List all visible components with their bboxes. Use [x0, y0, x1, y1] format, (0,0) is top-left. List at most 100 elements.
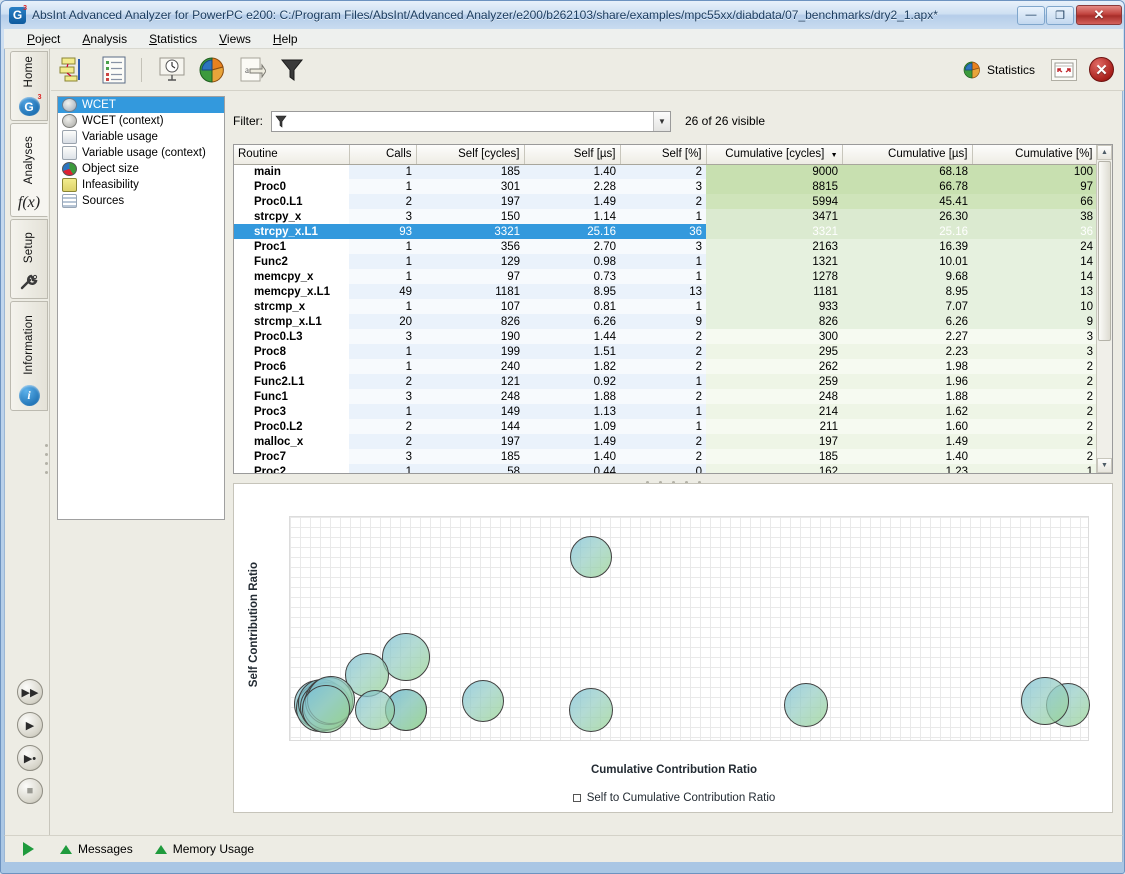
- table-row[interactable]: Func1 3 248 1.88 2 248 1.88 2: [234, 389, 1097, 404]
- col-self-pct[interactable]: Self [%]: [620, 145, 707, 165]
- tree-item-sources[interactable]: Sources: [58, 193, 224, 209]
- scroll-down-button[interactable]: ▼: [1097, 458, 1112, 473]
- table-row[interactable]: Proc8 1 199 1.51 2 295 2.23 3: [234, 344, 1097, 359]
- table-row[interactable]: strcpy_x.L1 93 3321 25.16 36 3321 25.16 36: [234, 224, 1097, 239]
- cell-cum-cycles: 300: [706, 329, 842, 344]
- tree-item-wcet-context[interactable]: WCET (context): [58, 113, 224, 129]
- table-row[interactable]: memcpy_x.L1 49 1181 8.95 13 1181 8.95 13: [234, 284, 1097, 299]
- routines-table-container[interactable]: Routine Calls Self [cycles] Self [µs] Se…: [233, 144, 1113, 474]
- cell-cum-cycles: 295: [706, 344, 842, 359]
- filter-toolbar-button[interactable]: [275, 53, 309, 87]
- cell-routine: strcpy_x: [254, 210, 302, 223]
- scrollbar-thumb[interactable]: [1098, 161, 1111, 341]
- tree-item-wcet[interactable]: WCET: [58, 97, 224, 113]
- table-row[interactable]: strcmp_x 1 107 0.81 1 933 7.07 10: [234, 299, 1097, 314]
- col-calls[interactable]: Calls: [349, 145, 417, 165]
- funnel-icon: [280, 59, 304, 81]
- report-button[interactable]: [97, 53, 131, 87]
- table-body: main 1 185 1.40 2 9000 68.18 100 Proc0 1 301 2.28 3 8…: [234, 164, 1097, 473]
- chart-legend[interactable]: Self to Cumulative Contribution Ratio: [234, 792, 1114, 804]
- cell-cum-us: 1.62: [842, 404, 972, 419]
- memory-usage-status[interactable]: Memory Usage: [154, 842, 254, 856]
- menu-help[interactable]: Help: [262, 30, 309, 48]
- call-graph-button[interactable]: [57, 53, 91, 87]
- table-row[interactable]: Proc0.L3 3 190 1.44 2 300 2.27 3: [234, 329, 1097, 344]
- menu-views[interactable]: Views: [208, 30, 262, 48]
- table-row[interactable]: memcpy_x 1 97 0.73 1 1278 9.68 14: [234, 269, 1097, 284]
- close-view-button[interactable]: ✕: [1089, 57, 1114, 82]
- cell-self-pct: 1: [620, 299, 706, 314]
- chart-bubble[interactable]: [301, 684, 350, 733]
- chart-bubble[interactable]: [355, 689, 395, 730]
- table-row[interactable]: Func2 1 129 0.98 1 1321 10.01 14: [234, 254, 1097, 269]
- cell-cum-us: 1.23: [842, 464, 972, 473]
- menu-statistics[interactable]: Statistics: [138, 30, 208, 48]
- table-row[interactable]: Func2.L1 2 121 0.92 1 259 1.96 2: [234, 374, 1097, 389]
- table-row[interactable]: Proc3 1 149 1.13 1 214 1.62 2: [234, 404, 1097, 419]
- visible-count-label: 26 of 26 visible: [685, 114, 766, 128]
- col-cum-us[interactable]: Cumulative [µs]: [842, 145, 973, 165]
- filter-dropdown-button[interactable]: ▼: [653, 111, 670, 131]
- close-window-button[interactable]: ✕: [1076, 5, 1122, 25]
- col-self-cycles[interactable]: Self [cycles]: [416, 145, 525, 165]
- table-row[interactable]: Proc0.L2 2 144 1.09 1 211 1.60 2: [234, 419, 1097, 434]
- table-row[interactable]: Proc6 1 240 1.82 2 262 1.98 2: [234, 359, 1097, 374]
- filter-input[interactable]: [288, 112, 653, 130]
- scroll-up-button[interactable]: ▲: [1097, 145, 1112, 160]
- cell-calls: 3: [349, 329, 416, 344]
- chart-bubble[interactable]: [1020, 676, 1069, 725]
- col-cum-pct[interactable]: Cumulative [%]: [972, 145, 1098, 165]
- table-row[interactable]: malloc_x 2 197 1.49 2 197 1.49 2: [234, 434, 1097, 449]
- tree-item-variable-usage-context[interactable]: Variable usage (context): [58, 145, 224, 161]
- menu-project[interactable]: Poject: [16, 30, 71, 48]
- maximize-button[interactable]: ❐: [1046, 5, 1074, 25]
- timing-button[interactable]: [155, 53, 189, 87]
- cell-routine: Func2: [254, 255, 288, 268]
- run-all-glyph: ▶▶: [21, 686, 39, 699]
- chart-bubble[interactable]: [784, 683, 829, 728]
- table-row[interactable]: strcmp_x.L1 20 826 6.26 9 826 6.26 9: [234, 314, 1097, 329]
- cell-calls: 1: [349, 359, 416, 374]
- step-button[interactable]: ▶•: [17, 745, 43, 771]
- filter-combobox[interactable]: ▼: [271, 110, 671, 132]
- col-cum-cycles[interactable]: Cumulative [cycles] ▼: [706, 145, 843, 165]
- menu-analysis[interactable]: Analysis: [71, 30, 138, 48]
- vtab-home[interactable]: G 3 Home: [10, 51, 48, 121]
- cell-cum-pct: 2: [972, 404, 1097, 419]
- title-bar: G 3 AbsInt Advanced Analyzer for PowerPC…: [1, 1, 1124, 29]
- chart-bubble[interactable]: [568, 687, 613, 732]
- col-self-us[interactable]: Self [µs]: [524, 145, 621, 165]
- chart-bubble[interactable]: [461, 679, 504, 722]
- cell-calls: 2: [349, 194, 416, 209]
- statistics-chart-button[interactable]: [195, 53, 229, 87]
- cell-self-us: 1.40: [524, 164, 620, 179]
- run-button[interactable]: ▶: [17, 712, 43, 738]
- vtab-analyses[interactable]: f(x) Analyses: [10, 123, 48, 217]
- vtab-setup[interactable]: Setup: [10, 219, 48, 299]
- vertical-splitter-handle[interactable]: [43, 434, 50, 484]
- messages-status[interactable]: Messages: [60, 842, 133, 856]
- table-row[interactable]: main 1 185 1.40 2 9000 68.18 100: [234, 164, 1097, 179]
- cell-cum-cycles: 3321: [706, 224, 842, 239]
- status-run-icon[interactable]: [23, 842, 34, 856]
- tree-item-variable-usage[interactable]: Variable usage: [58, 129, 224, 145]
- table-row[interactable]: Proc1 1 356 2.70 3 2163 16.39 24: [234, 239, 1097, 254]
- table-row[interactable]: Proc0.L1 2 197 1.49 2 5994 45.41 66: [234, 194, 1097, 209]
- vtab-information[interactable]: i Information: [10, 301, 48, 411]
- tree-item-infeasibility[interactable]: Infeasibility: [58, 177, 224, 193]
- chart-bubble[interactable]: [569, 535, 612, 578]
- table-row[interactable]: strcpy_x 3 150 1.14 1 3471 26.30 38: [234, 209, 1097, 224]
- table-row[interactable]: Proc7 3 185 1.40 2 185 1.40 2: [234, 449, 1097, 464]
- table-row[interactable]: Proc0 1 301 2.28 3 8815 66.78 97: [234, 179, 1097, 194]
- tree-item-object-size[interactable]: Object size: [58, 161, 224, 177]
- cell-calls: 1: [349, 164, 416, 179]
- restore-view-button[interactable]: [1051, 58, 1077, 81]
- export-button[interactable]: a: [235, 53, 269, 87]
- col-routine[interactable]: Routine: [234, 145, 350, 165]
- analyses-tree[interactable]: WCET WCET (context) Variable usage Varia…: [57, 96, 225, 520]
- table-row[interactable]: Proc2 1 58 0.44 0 162 1.23 1: [234, 464, 1097, 473]
- run-all-button[interactable]: ▶▶: [17, 679, 43, 705]
- minimize-button[interactable]: —: [1017, 5, 1045, 25]
- chart-plot-area[interactable]: [289, 516, 1090, 741]
- table-vertical-scrollbar[interactable]: ▲ ▼: [1096, 145, 1112, 473]
